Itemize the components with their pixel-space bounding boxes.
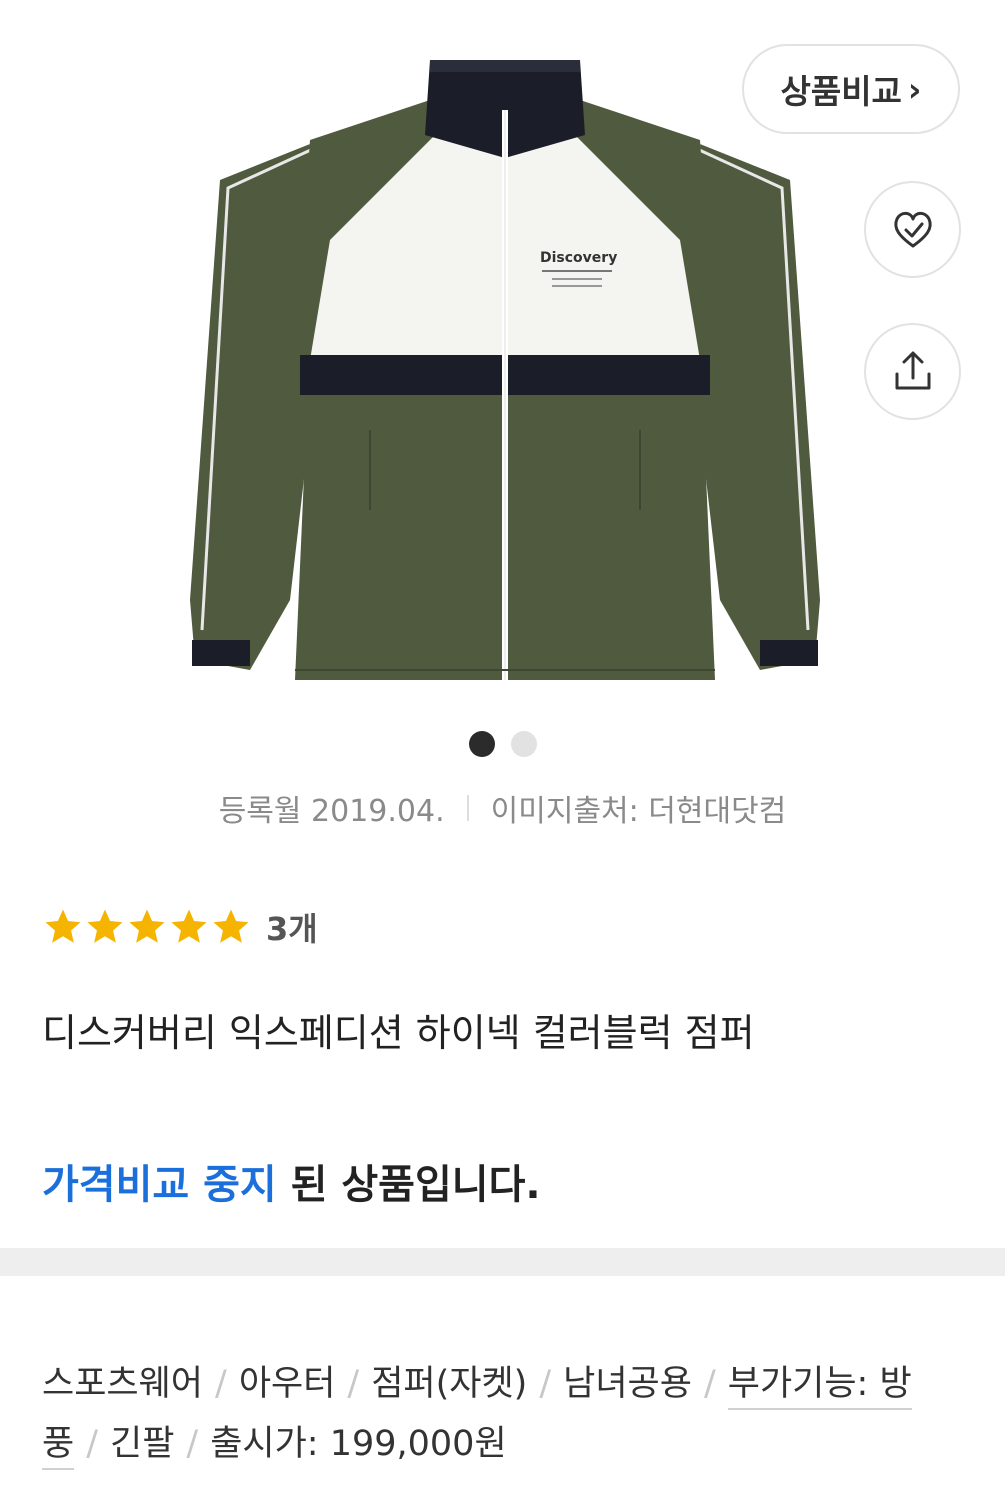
tag-separator: / (703, 1364, 716, 1404)
category-tags: 스포츠웨어 / 아우터 / 점퍼(자켓) / 남녀공용 / 부가기능: 방풍 / 긴팔 / 출시가: 1… (42, 1354, 962, 1474)
image-source: 이미지출처: 더현대닷컴 (490, 794, 787, 829)
gallery-pagination (0, 731, 1005, 757)
pagination-dot[interactable] (468, 731, 495, 757)
product-title: 디스커버리 익스페디션 하이넥 컬러블럭 점퍼 (42, 1011, 755, 1055)
meta-divider (466, 795, 469, 821)
chevron-right-icon: › (907, 69, 922, 109)
star-icon (129, 909, 165, 943)
share-icon (895, 351, 930, 389)
tag-separator: / (347, 1364, 360, 1404)
product-gallery[interactable]: Discovery 상품비교 › (0, 0, 1005, 780)
star-icon (87, 909, 123, 943)
rating[interactable]: 3개 (42, 904, 318, 950)
tag-item[interactable]: 아우터 (239, 1364, 336, 1404)
like-button[interactable] (864, 181, 961, 278)
compare-button[interactable]: 상품비교 › (742, 44, 960, 134)
tag-item[interactable]: 점퍼(자켓) (371, 1364, 527, 1404)
tag-item[interactable]: 스포츠웨어 (42, 1364, 203, 1404)
star-icon (45, 909, 81, 943)
product-image[interactable]: Discovery (180, 40, 830, 700)
star-icon (213, 909, 249, 943)
product-meta: 등록월 2019.04. 이미지출처: 더현대닷컴 (0, 786, 1005, 830)
registered-date: 등록월 2019.04. (218, 794, 445, 829)
heart-check-icon (893, 211, 932, 247)
tag-item[interactable]: 남녀공용 (563, 1364, 692, 1404)
section-divider (0, 1248, 1005, 1276)
tag-separator: / (186, 1424, 199, 1464)
tag-separator: / (215, 1364, 227, 1404)
review-count[interactable]: 3개 (266, 904, 318, 950)
compare-label: 상품비교 (780, 72, 902, 111)
status-text: 된 상품입니다. (276, 1162, 541, 1208)
status-accent: 가격비교 중지 (42, 1162, 277, 1208)
tag-item[interactable]: 긴팔 (110, 1424, 174, 1464)
star-icon (171, 909, 207, 943)
tag-item: 출시가: 199,000원 (210, 1424, 507, 1464)
tag-separator: / (86, 1424, 98, 1464)
price-status: 가격비교 중지 된 상품입니다. (42, 1152, 541, 1210)
pagination-dot[interactable] (510, 731, 537, 757)
share-button[interactable] (864, 323, 961, 420)
tag-separator: / (539, 1364, 552, 1404)
brand-logo: Discovery (540, 250, 617, 266)
